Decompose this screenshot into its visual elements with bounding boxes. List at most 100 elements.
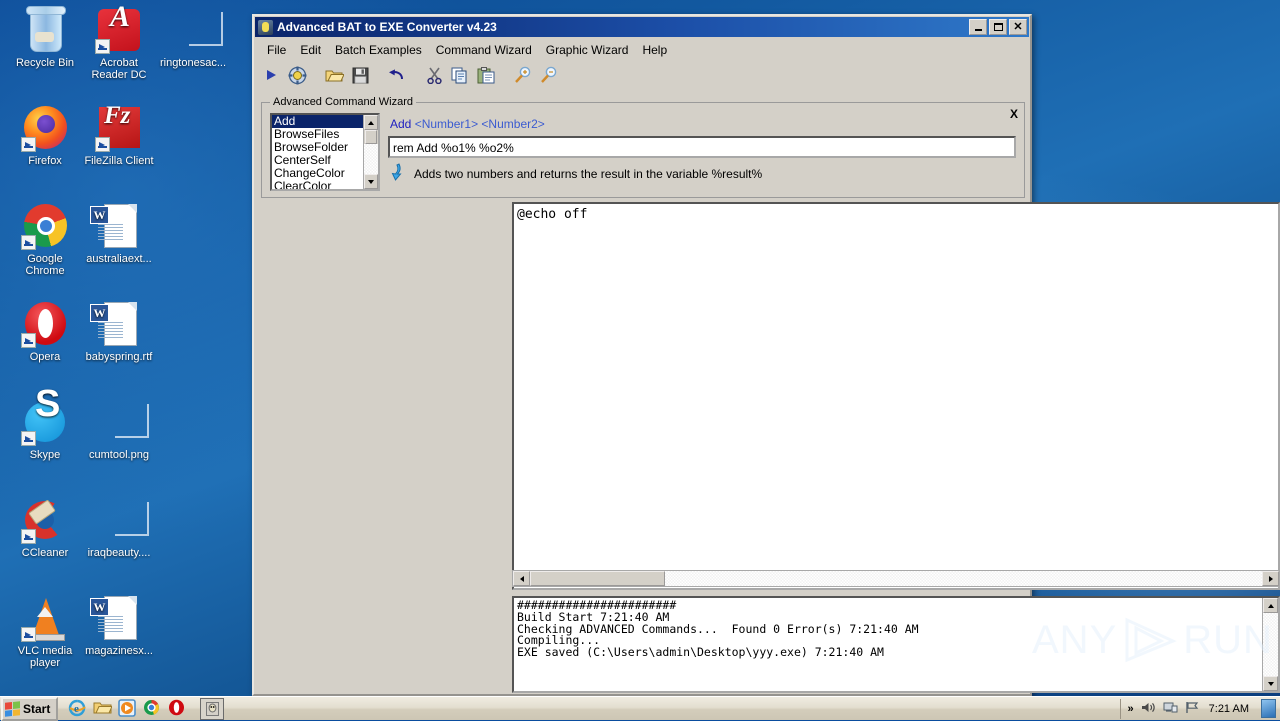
menu-item-edit[interactable]: Edit [293,41,328,59]
menu-item-help[interactable]: Help [635,41,674,59]
app-window[interactable]: Advanced BAT to EXE Converter v4.23 ✕ Fi… [252,14,1280,716]
scroll-up-button[interactable] [364,115,378,130]
show-hidden-icons-button[interactable]: » [1128,703,1134,715]
desktop-icon-recycle-bin[interactable]: Recycle Bin [8,6,82,69]
menu-bar: File Edit Batch Examples Command Wizard Grap… [254,38,1030,61]
windows-flag-icon [5,700,20,717]
command-option-clearcolor[interactable]: ClearColor [272,180,363,190]
menu-item-file[interactable]: File [260,41,293,59]
zoom-out-button[interactable] [538,65,560,86]
open-button[interactable] [323,65,345,86]
hscroll-thumb[interactable] [530,571,665,586]
command-list[interactable]: Add BrowseFiles BrowseFolder CenterSelf Chan… [270,113,380,191]
desktop-icon-vlc-media-player[interactable]: VLC media player [8,594,82,669]
cut-button[interactable] [423,65,445,86]
undo-button[interactable] [386,65,408,86]
wizard-close-button[interactable]: X [1010,107,1018,121]
copy-button[interactable] [449,65,471,86]
wizard-legend: Advanced Command Wizard [270,96,417,108]
paste-button[interactable] [475,65,497,86]
desktop-icon-skype[interactable]: Skype [8,398,82,461]
taskbar-clock[interactable]: 7:21 AM [1206,703,1252,715]
log-scroll-down-button[interactable] [1263,676,1278,691]
explorer-icon[interactable] [93,699,115,719]
zoom-in-button[interactable] [512,65,534,86]
network-icon[interactable] [1163,701,1178,717]
taskbar-button-advanced-bat-to-exe[interactable] [200,697,225,720]
menu-item-command-wizard[interactable]: Command Wizard [429,41,539,59]
scroll-track[interactable] [364,144,378,174]
hscroll-left-button[interactable] [513,571,530,586]
word-doc-icon: W [90,594,143,642]
command-description: Adds two numbers and returns the result … [414,167,763,181]
taskbar[interactable]: Start e » 7:21 AM [0,696,1280,721]
hscroll-right-button[interactable] [1262,571,1279,586]
internet-explorer-icon[interactable]: e [68,699,90,719]
save-button[interactable] [349,65,371,86]
script-editor-text[interactable]: @echo off [517,207,1275,585]
desktop-icon-australiaext[interactable]: Waustraliaext... [82,202,156,265]
desktop-icon-label: australiaext... [86,253,152,265]
command-input[interactable]: rem Add %o1% %o2% [388,136,1016,158]
menu-item-graphic-wizard[interactable]: Graphic Wizard [539,41,636,59]
hscroll-track[interactable] [530,571,1262,586]
filezilla-icon [95,104,143,152]
desktop-icon-magazinesx[interactable]: Wmagazinesx... [82,594,156,657]
menu-item-batch-examples[interactable]: Batch Examples [328,41,429,59]
system-tray: » 7:21 AM [1119,698,1280,719]
acrobat-icon [95,6,143,54]
command-list-scrollbar[interactable] [363,115,378,189]
title-bar[interactable]: Advanced BAT to EXE Converter v4.23 ✕ [255,17,1029,37]
scroll-down-button[interactable] [364,174,378,189]
close-button[interactable]: ✕ [1009,19,1027,35]
desktop-icon-cumtool-png[interactable]: cumtool.png [82,398,156,461]
desktop-icon-label: ringtonesac... [159,57,227,69]
command-syntax: Add <Number1> <Number2> [390,117,545,131]
desktop-icon-google-chrome[interactable]: Google Chrome [8,202,82,277]
thumb-partial-icon [95,398,149,446]
desktop-icon-iraqbeauty[interactable]: iraqbeauty.... [82,496,156,559]
desktop-icon-ringtonesac[interactable]: ringtonesac... [156,6,230,69]
opera-icon[interactable] [168,699,190,719]
command-syntax-name: Add [390,117,412,131]
command-list-options[interactable]: Add BrowseFiles BrowseFolder CenterSelf Chan… [272,115,363,189]
log-scroll-track[interactable] [1263,613,1278,676]
editor-horizontal-scrollbar[interactable] [512,570,1280,587]
desktop-icon-acrobat-reader-dc[interactable]: Acrobat Reader DC [82,6,156,81]
desktop-icon-label: FileZilla Client [84,155,154,167]
show-desktop-button[interactable] [1261,699,1276,718]
log-scroll-up-button[interactable] [1263,598,1278,613]
speaker-icon[interactable] [1141,701,1156,717]
maximize-button[interactable] [989,19,1007,35]
minimize-button[interactable] [969,19,987,35]
action-center-flag-icon[interactable] [1185,701,1199,717]
opera-icon [21,300,69,348]
desktop-icon-label: Skype [29,449,61,461]
run-button[interactable] [260,65,282,86]
desktop-icon-label: VLC media player [17,645,73,669]
build-exe-button[interactable] [286,65,308,86]
build-log-scrollbar[interactable] [1262,598,1278,691]
desktop-icon-label: cumtool.png [89,449,149,461]
desktop-icon-firefox[interactable]: Firefox [8,104,82,167]
shortcut-arrow-icon [95,39,110,54]
ccleaner-icon [21,496,69,544]
desktop-icon-babyspring-rtf[interactable]: Wbabyspring.rtf [82,300,156,363]
svg-text:e: e [74,703,79,715]
desktop-icon-opera[interactable]: Opera [8,300,82,363]
desktop-icon-label: Google Chrome [25,253,65,277]
chrome-icon[interactable] [143,699,165,719]
start-button[interactable]: Start [1,696,59,721]
build-log[interactable]: ####################### Build Start 7:21… [512,596,1280,693]
desktop-icon-ccleaner[interactable]: CCleaner [8,496,82,559]
start-button-label: Start [23,701,51,716]
word-doc-icon: W [90,300,143,348]
word-doc-icon: W [90,202,143,250]
desktop-icon-filezilla-client[interactable]: FileZilla Client [82,104,156,167]
media-player-icon[interactable] [118,698,140,719]
scroll-thumb[interactable] [365,130,377,144]
desktop-icon-label: Firefox [28,155,62,167]
script-editor[interactable]: @echo off [512,202,1280,590]
desktop-icon-label: CCleaner [21,547,69,559]
desktop-icon-label: Acrobat Reader DC [91,57,147,81]
